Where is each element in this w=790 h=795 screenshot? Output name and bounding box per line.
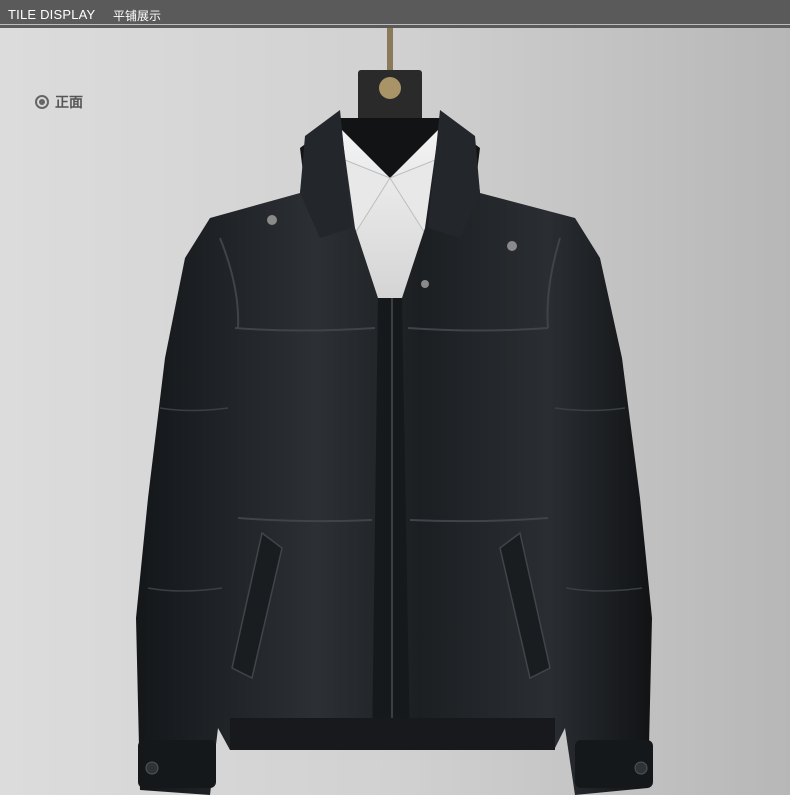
product-display-page: TILE DISPLAY 平铺展示 正面 — [0, 0, 790, 795]
view-indicator: 正面 — [35, 92, 83, 112]
hanger-emblem — [379, 77, 401, 99]
cuff-snap-right — [634, 761, 648, 775]
view-label: 正面 — [55, 95, 83, 111]
section-subtitle: 平铺展示 — [113, 9, 162, 23]
zipper-pull — [421, 280, 429, 288]
collar-snap-left — [267, 215, 277, 225]
leather-jacket-icon — [136, 28, 653, 795]
cuff-snap-left — [145, 761, 159, 775]
section-title: TILE DISPLAY — [8, 7, 96, 22]
radio-dot-icon — [35, 95, 49, 109]
header-divider — [0, 24, 790, 25]
collar-snap-right — [507, 241, 517, 251]
